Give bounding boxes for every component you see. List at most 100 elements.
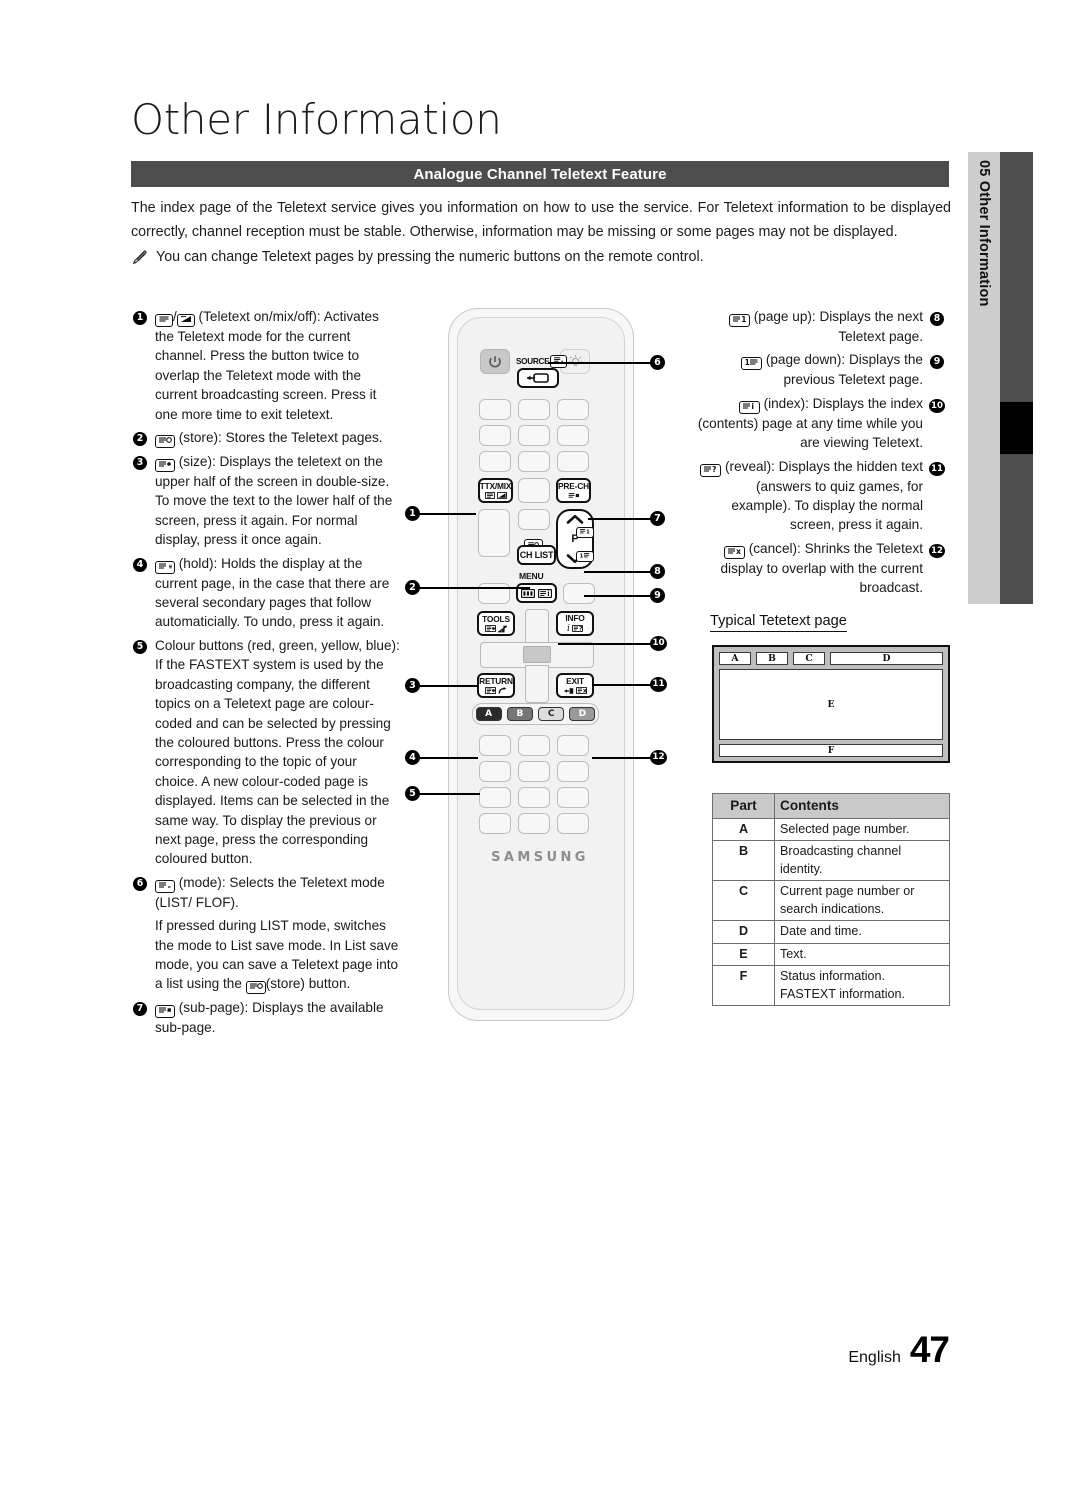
- tools-label: TOOLS: [482, 613, 510, 624]
- item-text: x (cancel): Shrinks the Teletext display…: [720, 540, 924, 596]
- leader-line-7: [588, 518, 652, 520]
- keypad-button[interactable]: [557, 735, 589, 756]
- svg-text:1: 1: [580, 553, 584, 558]
- teletext-mix-icon: [176, 314, 195, 327]
- keypad-button[interactable]: [518, 509, 550, 530]
- teletext-size-icon: [155, 459, 175, 473]
- svg-text:x: x: [736, 547, 741, 555]
- ch-list-button[interactable]: CH LIST: [517, 545, 556, 565]
- item-number: 7: [133, 998, 148, 1037]
- tools-button[interactable]: TOOLS: [477, 611, 515, 636]
- item-text: (store): Stores the Teletext pages.: [155, 428, 401, 449]
- return-button[interactable]: RETURN: [477, 673, 515, 698]
- pageup-key-wrap: 1: [576, 519, 594, 538]
- leader-line-6: [548, 362, 652, 364]
- callout-2: 2: [405, 580, 420, 595]
- keypad-button[interactable]: [518, 399, 550, 420]
- typical-teletext-page-title: Typical Tetetext page: [710, 613, 847, 632]
- dpad[interactable]: [480, 609, 594, 705]
- keypad-button[interactable]: [479, 399, 511, 420]
- keypad-button[interactable]: [563, 583, 595, 604]
- callout-10: 10: [650, 636, 667, 651]
- list-item: i (index): Displays the index (contents)…: [694, 394, 945, 453]
- keypad-button[interactable]: [479, 813, 511, 834]
- keypad-button[interactable]: [557, 399, 589, 420]
- svg-text:?: ?: [712, 465, 717, 473]
- keypad-button[interactable]: [479, 735, 511, 756]
- ttx-mix-label: TTX/MIX: [479, 481, 512, 491]
- item-text: ? (reveal): Displays the hidden text (an…: [694, 457, 923, 535]
- table-cell-contents: Broadcasting channel identity.: [774, 840, 950, 881]
- item-number: 5: [133, 636, 148, 869]
- keypad-button[interactable]: [557, 813, 589, 834]
- pre-ch-button[interactable]: PRE-CH: [556, 478, 591, 503]
- colour-buttons-bar: A B C D: [472, 703, 599, 725]
- footer-page-number: 47: [909, 1329, 950, 1370]
- item-number: 6: [133, 873, 148, 912]
- teletext-pagedown-icon: 1: [576, 551, 594, 562]
- teletext-subpage-icon: [155, 1005, 175, 1019]
- footer-language: English: [848, 1349, 901, 1366]
- keypad-button[interactable]: [479, 451, 511, 472]
- list-item: x (cancel): Shrinks the Teletext display…: [694, 539, 945, 598]
- return-arrow-icon: [498, 686, 507, 694]
- footer: English 47: [848, 1329, 950, 1371]
- dpad-down[interactable]: [525, 665, 549, 703]
- keypad-button[interactable]: [557, 451, 589, 472]
- menu-button[interactable]: i: [516, 583, 557, 603]
- table-row: C Current page number or search indicati…: [712, 880, 950, 921]
- diagram-part-b: B: [756, 652, 788, 665]
- diagram-part-c: C: [793, 652, 825, 665]
- item-text: 1 (page down): Displays the previous Tel…: [694, 350, 923, 389]
- callout-11: 11: [650, 677, 667, 692]
- keypad-button[interactable]: [479, 761, 511, 782]
- teletext-pageup-icon: 1: [728, 314, 750, 327]
- table-cell-contents: Date and time.: [774, 920, 950, 944]
- list-item: 1 (page up): Displays the next Teletext …: [694, 307, 944, 346]
- colour-button-green[interactable]: B: [506, 707, 533, 721]
- exit-button[interactable]: EXIT x: [556, 673, 594, 698]
- table-header-row: Part Contents: [712, 793, 950, 819]
- keypad-button[interactable]: [518, 787, 550, 808]
- pre-ch-icon: [568, 492, 580, 499]
- source-button[interactable]: [517, 368, 559, 388]
- keypad-button[interactable]: [518, 761, 550, 782]
- keypad-button[interactable]: [479, 787, 511, 808]
- list-item: 6 (mode): Selects the Teletext mode (LIS…: [133, 873, 401, 912]
- table-cell-contents: Selected page number.: [774, 817, 950, 841]
- item-number: 2: [133, 428, 148, 448]
- keypad-button[interactable]: [557, 425, 589, 446]
- keypad-button[interactable]: [518, 478, 550, 503]
- info-i-glyph: i: [567, 623, 570, 634]
- keypad-button[interactable]: [518, 813, 550, 834]
- keypad-button[interactable]: [479, 425, 511, 446]
- tools-icons: [485, 625, 507, 633]
- colour-button-blue[interactable]: D: [569, 707, 596, 721]
- item-number: 8: [929, 307, 944, 327]
- keypad-button[interactable]: [518, 425, 550, 446]
- keypad-button[interactable]: [518, 735, 550, 756]
- callout-6: 6: [650, 355, 665, 370]
- table-row: D Date and time.: [712, 920, 950, 944]
- leader-line-3: [418, 685, 478, 687]
- power-button[interactable]: [480, 349, 510, 374]
- table-cell-part: A: [712, 817, 775, 841]
- item-text: (size): Displays the teletext on the upp…: [155, 454, 393, 548]
- info-button[interactable]: INFO i ?: [556, 611, 594, 636]
- keypad-button[interactable]: [557, 787, 589, 808]
- dpad-enter[interactable]: [523, 646, 551, 663]
- callout-3: 3: [405, 678, 420, 693]
- colour-button-red[interactable]: A: [475, 707, 502, 721]
- keypad-button[interactable]: [518, 451, 550, 472]
- table-row: F Status information. FASTEXT informatio…: [712, 965, 950, 1006]
- colour-button-yellow[interactable]: C: [538, 707, 565, 721]
- item-number: 9: [929, 350, 944, 370]
- item-text: (sub-page): Displays the available sub-p…: [155, 1000, 384, 1036]
- dpad-up[interactable]: [525, 609, 549, 645]
- svg-text:i: i: [751, 402, 754, 410]
- list-item: 1 / (Teletext on/mix/off): Activates the…: [133, 307, 401, 424]
- keypad-button[interactable]: [478, 509, 510, 557]
- keypad-button[interactable]: [557, 761, 589, 782]
- tools-arrow-icon: [498, 625, 507, 632]
- ttx-mix-button[interactable]: TTX/MIX: [478, 478, 513, 503]
